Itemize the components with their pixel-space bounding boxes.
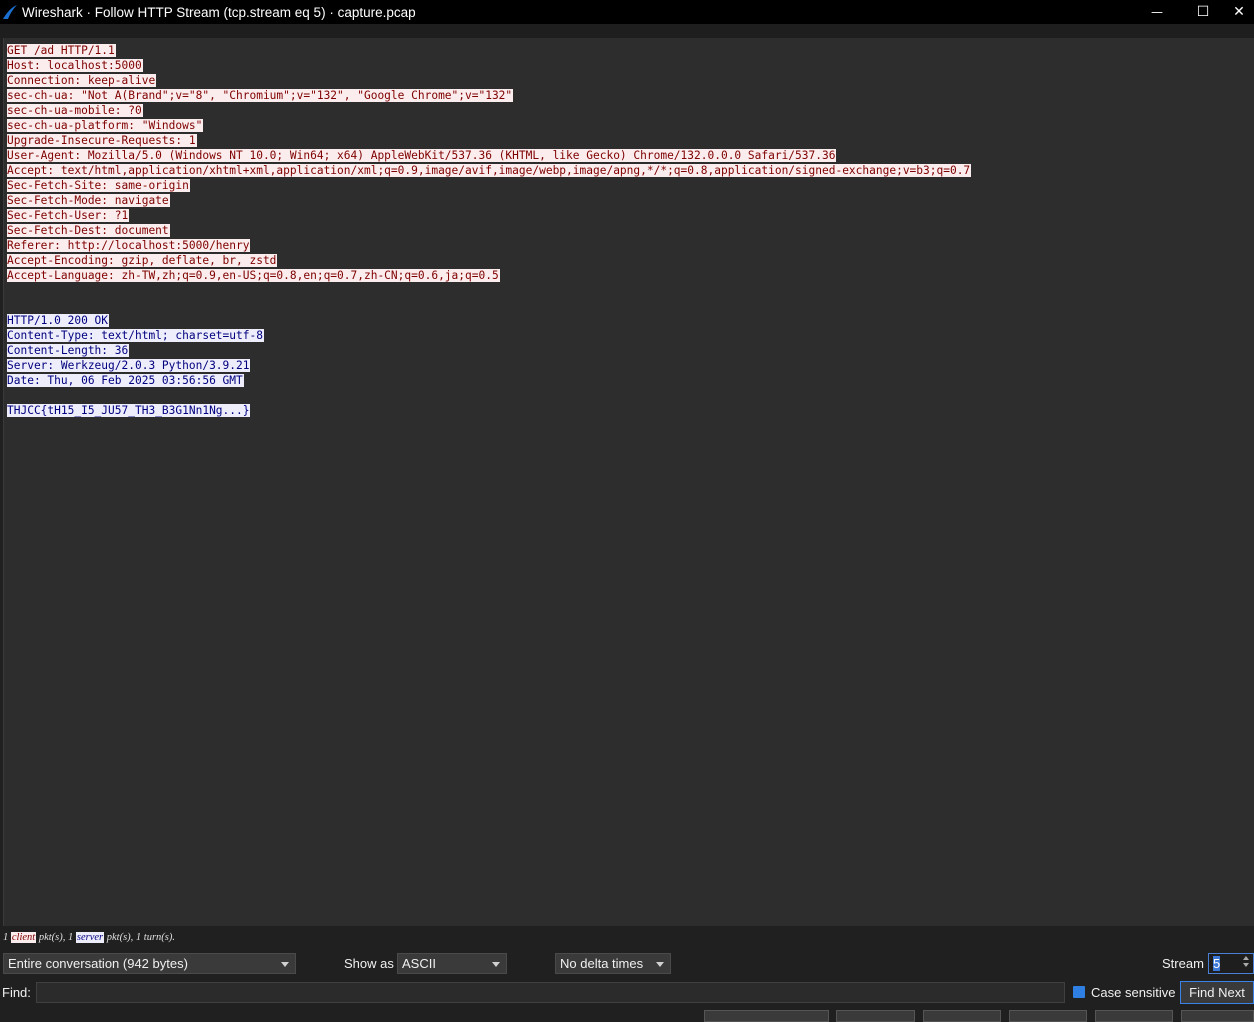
client-text-line: Referer: http://localhost:5000/henry <box>7 238 1254 253</box>
client-text: Connection: keep-alive <box>7 74 157 87</box>
server-tag: server <box>75 932 105 943</box>
server-text: Content-Type: text/html; charset=utf-8 <box>7 329 264 342</box>
client-text: Referer: http://localhost:5000/henry <box>7 239 251 252</box>
stream-text-area[interactable]: GET /ad HTTP/1.1 Host: localhost:5000 Conn… <box>3 38 1254 926</box>
server-text: Content-Length: 36 <box>7 344 130 357</box>
client-text: User-Agent: Mozilla/5.0 (Windows NT 10.0… <box>7 149 837 162</box>
minimize-button[interactable]: — <box>1134 0 1180 24</box>
find-input[interactable] <box>36 982 1065 1003</box>
maximize-icon: ☐ <box>1196 4 1210 20</box>
stats-middle: pkt(s), 1 <box>36 932 76 943</box>
chevron-down-icon <box>281 962 289 967</box>
filter-out-button[interactable] <box>704 1010 829 1022</box>
close-dialog-button[interactable] <box>1095 1010 1173 1022</box>
client-text-line: Sec-Fetch-Mode: navigate <box>7 193 1254 208</box>
server-text: Server: Werkzeug/2.0.3 Python/3.9.21 <box>7 359 251 372</box>
delta-times-value: No delta times <box>560 956 644 971</box>
client-text: Sec-Fetch-Mode: navigate <box>7 194 170 207</box>
client-text: Upgrade-Insecure-Requests: 1 <box>7 134 197 147</box>
delta-times-select[interactable]: No delta times <box>555 953 671 974</box>
client-text-line: sec-ch-ua: "Not A(Brand";v="8", "Chromiu… <box>7 88 1254 103</box>
window-title: Wireshark · Follow HTTP Stream (tcp.stre… <box>22 4 416 20</box>
back-button[interactable] <box>1009 1010 1087 1022</box>
client-text: Sec-Fetch-User: ?1 <box>7 209 130 222</box>
server-text-line: Content-Type: text/html; charset=utf-8 <box>7 328 1254 343</box>
client-text-line: User-Agent: Mozilla/5.0 (Windows NT 10.0… <box>7 148 1254 163</box>
client-text: Accept-Language: zh-TW,zh;q=0.9,en-US;q=… <box>7 269 500 282</box>
client-text-line: sec-ch-ua-mobile: ?0 <box>7 103 1254 118</box>
client-text: Accept: text/html,application/xhtml+xml,… <box>7 164 972 177</box>
case-sensitive-label: Case sensitive <box>1091 985 1176 1000</box>
client-text-line: Accept: text/html,application/xhtml+xml,… <box>7 163 1254 178</box>
client-text: Host: localhost:5000 <box>7 59 143 72</box>
help-button[interactable] <box>1181 1010 1254 1022</box>
server-response-body: THJCC{tH15_I5_JU57_TH3_B3G1Nn1Ng...} <box>7 403 1254 418</box>
client-text-line: Connection: keep-alive <box>7 73 1254 88</box>
client-text-line: Accept-Language: zh-TW,zh;q=0.9,en-US;q=… <box>7 268 1254 283</box>
client-text: Sec-Fetch-Site: same-origin <box>7 179 190 192</box>
find-next-label: Find Next <box>1189 985 1245 1000</box>
client-text-line: sec-ch-ua-platform: "Windows" <box>7 118 1254 133</box>
client-text-line: GET /ad HTTP/1.1 <box>7 43 1254 58</box>
conversation-select-value: Entire conversation (942 bytes) <box>8 956 188 971</box>
spin-arrows-icon[interactable] <box>1243 956 1251 971</box>
show-as-label: Show as <box>344 956 394 971</box>
client-text-line: Accept-Encoding: gzip, deflate, br, zstd <box>7 253 1254 268</box>
wireshark-fin-icon <box>3 5 17 19</box>
close-button[interactable]: ✕ <box>1224 0 1254 24</box>
print-button[interactable] <box>836 1010 915 1022</box>
toolbar-strip <box>0 24 1254 38</box>
show-as-value: ASCII <box>402 956 436 971</box>
server-text: Date: Thu, 06 Feb 2025 03:56:56 GMT <box>7 374 244 387</box>
client-request-block: GET /ad HTTP/1.1 Host: localhost:5000 Conn… <box>7 43 1254 283</box>
server-text-line: Content-Length: 36 <box>7 343 1254 358</box>
server-response-headers: HTTP/1.0 200 OK Content-Type: text/html; … <box>7 313 1254 388</box>
client-text-line: Sec-Fetch-Site: same-origin <box>7 178 1254 193</box>
close-icon: ✕ <box>1233 4 1245 20</box>
client-text-line: Upgrade-Insecure-Requests: 1 <box>7 133 1254 148</box>
stats-prefix: 1 <box>3 932 11 943</box>
stats-suffix: pkt(s), 1 turn(s). <box>104 932 175 943</box>
stream-number-value: 5 <box>1213 956 1221 971</box>
server-text: THJCC{tH15_I5_JU57_TH3_B3G1Nn1Ng...} <box>7 404 251 417</box>
client-text: sec-ch-ua-platform: "Windows" <box>7 119 204 132</box>
chevron-down-icon <box>656 962 664 967</box>
client-text: Sec-Fetch-Dest: document <box>7 224 170 237</box>
stream-label: Stream <box>1162 956 1204 971</box>
show-as-select[interactable]: ASCII <box>397 953 507 974</box>
chevron-down-icon <box>492 962 500 967</box>
server-text-line: THJCC{tH15_I5_JU57_TH3_B3G1Nn1Ng...} <box>7 403 1254 418</box>
save-as-button[interactable] <box>923 1010 1001 1022</box>
server-text: HTTP/1.0 200 OK <box>7 314 110 327</box>
find-next-button[interactable]: Find Next <box>1180 981 1254 1004</box>
server-text-line: Server: Werkzeug/2.0.3 Python/3.9.21 <box>7 358 1254 373</box>
conversation-stats: 1 client pkt(s), 1 server pkt(s), 1 turn… <box>3 932 175 943</box>
client-text-line: Host: localhost:5000 <box>7 58 1254 73</box>
client-text: GET /ad HTTP/1.1 <box>7 44 116 57</box>
minimize-icon: — <box>1151 5 1163 19</box>
case-sensitive-checkbox[interactable] <box>1073 986 1085 998</box>
client-text-line: Sec-Fetch-User: ?1 <box>7 208 1254 223</box>
server-text-line: HTTP/1.0 200 OK <box>7 313 1254 328</box>
stream-number-spinbox[interactable]: 5 <box>1208 953 1254 974</box>
client-tag: client <box>10 932 37 943</box>
title-bar: Wireshark · Follow HTTP Stream (tcp.stre… <box>0 0 1254 24</box>
server-text-line: Date: Thu, 06 Feb 2025 03:56:56 GMT <box>7 373 1254 388</box>
client-text: sec-ch-ua: "Not A(Brand";v="8", "Chromiu… <box>7 89 514 102</box>
client-text: Accept-Encoding: gzip, deflate, br, zstd <box>7 254 278 267</box>
find-label: Find: <box>2 985 31 1000</box>
client-text: sec-ch-ua-mobile: ?0 <box>7 104 143 117</box>
client-text-line: Sec-Fetch-Dest: document <box>7 223 1254 238</box>
maximize-button[interactable]: ☐ <box>1180 0 1226 24</box>
conversation-select[interactable]: Entire conversation (942 bytes) <box>3 953 296 974</box>
